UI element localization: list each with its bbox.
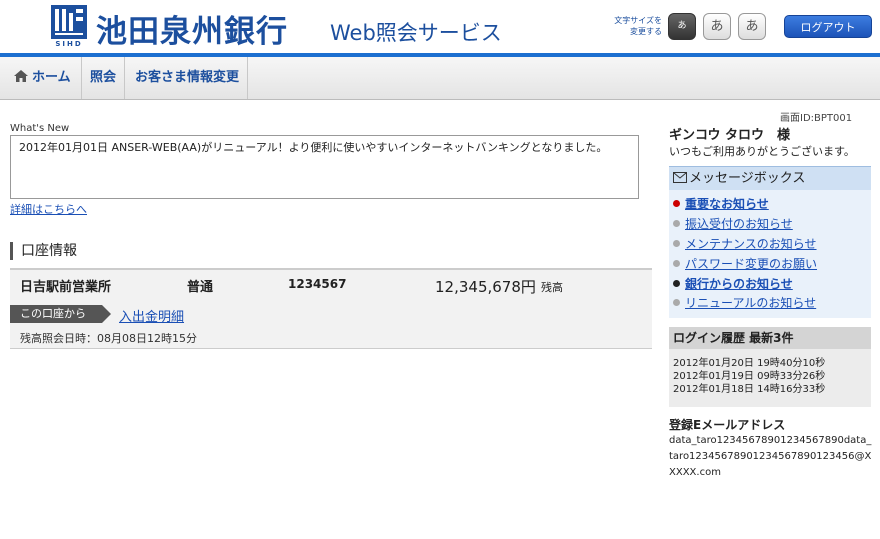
news-box: 2012年01月01日 ANSER-WEB(AA)がリニューアル！より便利に使い…: [10, 135, 639, 199]
message-item-maintenance[interactable]: メンテナンスのお知らせ: [673, 235, 817, 252]
logout-button[interactable]: ログアウト: [784, 15, 872, 38]
user-greeting: いつもご利用ありがとうございます。: [669, 145, 855, 158]
bullet-icon: [673, 240, 680, 247]
message-item-label: パスワード変更のお願い: [685, 257, 818, 271]
email-header: 登録Eメールアドレス: [669, 418, 786, 432]
message-item-label: リニューアルのお知らせ: [685, 296, 817, 310]
login-history-entry: 2012年01月20日 19時40分10秒: [673, 358, 826, 369]
account-balance: 12,345,678円: [435, 278, 536, 296]
email-value: data_taro12345678901234567890data_taro12…: [669, 435, 872, 478]
login-history-list: 2012年01月20日 19時40分10秒 2012年01月19日 09時33分…: [669, 349, 871, 407]
bank-logo-icon: [51, 5, 87, 39]
message-item-transfer[interactable]: 振込受付のお知らせ: [673, 215, 793, 232]
font-size-medium-button[interactable]: あ: [703, 13, 731, 40]
message-item-bank[interactable]: 銀行からのお知らせ: [673, 275, 793, 292]
nav-inquiry[interactable]: 照会: [82, 57, 126, 99]
message-item-label: 銀行からのお知らせ: [685, 277, 793, 291]
whats-new-label: What's New: [10, 123, 70, 134]
main-nav: ホーム 照会 お客さま情報変更: [0, 57, 880, 100]
message-box-list: 重要なお知らせ 振込受付のお知らせ メンテナンスのお知らせ パスワード変更のお願…: [669, 190, 871, 318]
message-item-label: メンテナンスのお知らせ: [685, 237, 817, 251]
account-branch: 日吉駅前営業所: [20, 280, 112, 295]
login-history-entry: 2012年01月19日 09時33分26秒: [673, 371, 826, 382]
nav-customer-info[interactable]: お客さま情報変更: [127, 57, 249, 99]
user-name: ギンコウ タロウ 様: [669, 128, 791, 143]
bullet-icon: [673, 299, 680, 306]
account-section-title: 口座情報: [10, 242, 77, 260]
bullet-icon: [673, 200, 680, 207]
bank-name[interactable]: 池田泉州銀行: [96, 6, 288, 51]
news-detail-link[interactable]: 詳細はこちらへ: [10, 201, 87, 217]
screen-id: 画面ID:BPT001: [780, 113, 853, 124]
home-icon: [14, 70, 28, 82]
transaction-history-link[interactable]: 入出金明細: [119, 306, 184, 325]
account-number: 1234567: [288, 277, 347, 291]
header: SIHD 池田泉州銀行 Web照会サービス 文字サイズを 変更する あ あ あ …: [0, 0, 880, 54]
message-item-label: 振込受付のお知らせ: [685, 217, 793, 231]
login-history-entry: 2012年01月18日 14時16分33秒: [673, 384, 826, 395]
service-name: Web照会サービス: [330, 21, 502, 45]
nav-home-label: ホーム: [32, 70, 71, 85]
bullet-icon: [673, 280, 680, 287]
font-size-label: 文字サイズを 変更する: [600, 15, 662, 37]
message-item-important[interactable]: 重要なお知らせ: [673, 195, 769, 212]
bullet-icon: [673, 220, 680, 227]
bullet-icon: [673, 260, 680, 267]
message-item-label: 重要なお知らせ: [685, 197, 769, 211]
message-box-header: メッセージボックス: [669, 166, 871, 190]
login-history-header: ログイン履歴 最新3件: [669, 327, 871, 349]
account-panel: 日吉駅前営業所 普通 1234567 12,345,678円 残高 この口座から…: [10, 268, 652, 349]
account-type: 普通: [187, 280, 214, 295]
from-account-arrow-icon: [102, 305, 111, 323]
message-box-title: メッセージボックス: [689, 171, 806, 186]
font-size-label-line1: 文字サイズを: [614, 16, 662, 25]
logo-subtext: SIHD: [55, 40, 83, 48]
message-item-password[interactable]: パスワード変更のお願い: [673, 255, 817, 272]
balance-inquiry-time: 残高照会日時：08月08日12時15分: [20, 332, 197, 345]
envelope-icon: [673, 172, 687, 183]
balance-label: 残高: [541, 281, 563, 294]
message-item-renewal[interactable]: リニューアルのお知らせ: [673, 294, 816, 311]
font-size-small-button[interactable]: あ: [668, 13, 696, 40]
from-account-tag: この口座から: [10, 305, 102, 323]
font-size-large-button[interactable]: あ: [738, 13, 766, 40]
nav-home[interactable]: ホーム: [6, 57, 82, 99]
font-size-label-line2: 変更する: [630, 27, 662, 36]
